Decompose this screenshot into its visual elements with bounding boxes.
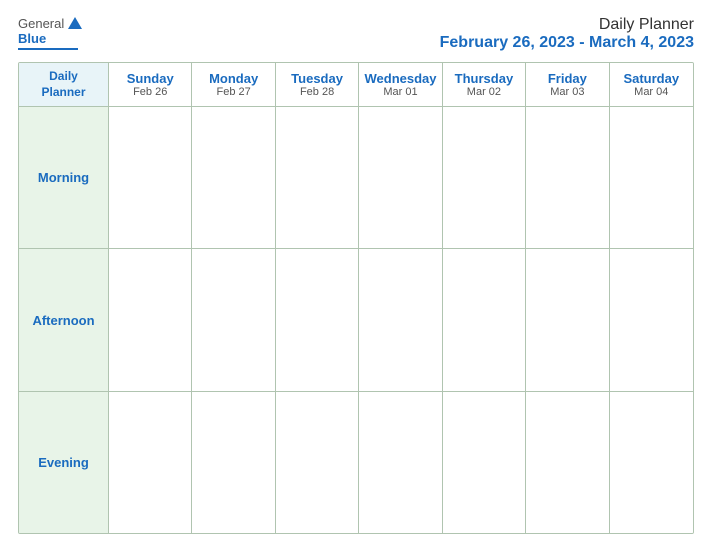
- header-cell-tuesday: Tuesday Feb 28: [276, 63, 359, 106]
- cell-morning-wednesday[interactable]: [359, 107, 442, 248]
- cell-afternoon-friday[interactable]: [526, 249, 609, 390]
- header-day-date-5: Mar 03: [550, 86, 584, 98]
- logo-triangle-icon: [68, 17, 82, 29]
- cell-afternoon-monday[interactable]: [192, 249, 275, 390]
- logo-blue-text: Blue: [18, 31, 46, 46]
- header-cell-wednesday: Wednesday Mar 01: [359, 63, 442, 106]
- header-day-date-3: Mar 01: [383, 86, 417, 98]
- page: General Blue Daily Planner February 26, …: [0, 0, 712, 550]
- time-label-afternoon: Afternoon: [19, 249, 109, 390]
- header-day-name-3: Wednesday: [364, 71, 436, 86]
- cell-evening-monday[interactable]: [192, 392, 275, 533]
- morning-text: Morning: [38, 170, 89, 185]
- cell-evening-sunday[interactable]: [109, 392, 192, 533]
- row-morning: Morning: [19, 107, 693, 249]
- title-area: Daily Planner February 26, 2023 - March …: [440, 16, 694, 52]
- cell-evening-thursday[interactable]: [443, 392, 526, 533]
- afternoon-text: Afternoon: [32, 313, 94, 328]
- evening-text: Evening: [38, 455, 89, 470]
- calendar: DailyPlanner Sunday Feb 26 Monday Feb 27…: [18, 62, 694, 534]
- header-day-name-6: Saturday: [623, 71, 679, 86]
- time-label-evening: Evening: [19, 392, 109, 533]
- header-day-date-2: Feb 28: [300, 86, 334, 98]
- time-label-morning: Morning: [19, 107, 109, 248]
- cell-morning-thursday[interactable]: [443, 107, 526, 248]
- cell-afternoon-saturday[interactable]: [610, 249, 693, 390]
- header-cell-sunday: Sunday Feb 26: [109, 63, 192, 106]
- cell-morning-tuesday[interactable]: [276, 107, 359, 248]
- header-day-date-1: Feb 27: [217, 86, 251, 98]
- header-day-date-4: Mar 02: [467, 86, 501, 98]
- cell-morning-saturday[interactable]: [610, 107, 693, 248]
- header-day-name-4: Thursday: [455, 71, 514, 86]
- logo-general-text: General: [18, 16, 64, 31]
- cell-evening-saturday[interactable]: [610, 392, 693, 533]
- header: General Blue Daily Planner February 26, …: [18, 16, 694, 52]
- header-day-date-6: Mar 04: [634, 86, 668, 98]
- logo-text: General: [18, 16, 82, 31]
- header-cell-saturday: Saturday Mar 04: [610, 63, 693, 106]
- header-day-date-0: Feb 26: [133, 86, 167, 98]
- header-day-name-1: Monday: [209, 71, 258, 86]
- cell-morning-friday[interactable]: [526, 107, 609, 248]
- planner-title: Daily Planner: [440, 16, 694, 34]
- header-cell-thursday: Thursday Mar 02: [443, 63, 526, 106]
- row-evening: Evening: [19, 392, 693, 533]
- header-cell-monday: Monday Feb 27: [192, 63, 275, 106]
- header-day-name-2: Tuesday: [291, 71, 343, 86]
- header-day-name-5: Friday: [548, 71, 587, 86]
- cell-afternoon-wednesday[interactable]: [359, 249, 442, 390]
- header-cell-friday: Friday Mar 03: [526, 63, 609, 106]
- cell-evening-friday[interactable]: [526, 392, 609, 533]
- header-cell-label: DailyPlanner: [19, 63, 109, 106]
- cell-morning-sunday[interactable]: [109, 107, 192, 248]
- cell-morning-monday[interactable]: [192, 107, 275, 248]
- cell-evening-wednesday[interactable]: [359, 392, 442, 533]
- calendar-body: Morning Afternoon: [19, 107, 693, 533]
- logo-line: [18, 48, 78, 50]
- cell-afternoon-tuesday[interactable]: [276, 249, 359, 390]
- header-daily-planner: DailyPlanner: [41, 69, 85, 100]
- cell-afternoon-thursday[interactable]: [443, 249, 526, 390]
- cell-evening-tuesday[interactable]: [276, 392, 359, 533]
- header-day-name-0: Sunday: [127, 71, 174, 86]
- row-afternoon: Afternoon: [19, 249, 693, 391]
- logo-area: General Blue: [18, 16, 82, 50]
- cell-afternoon-sunday[interactable]: [109, 249, 192, 390]
- calendar-header-row: DailyPlanner Sunday Feb 26 Monday Feb 27…: [19, 63, 693, 107]
- planner-date-range: February 26, 2023 - March 4, 2023: [440, 34, 694, 52]
